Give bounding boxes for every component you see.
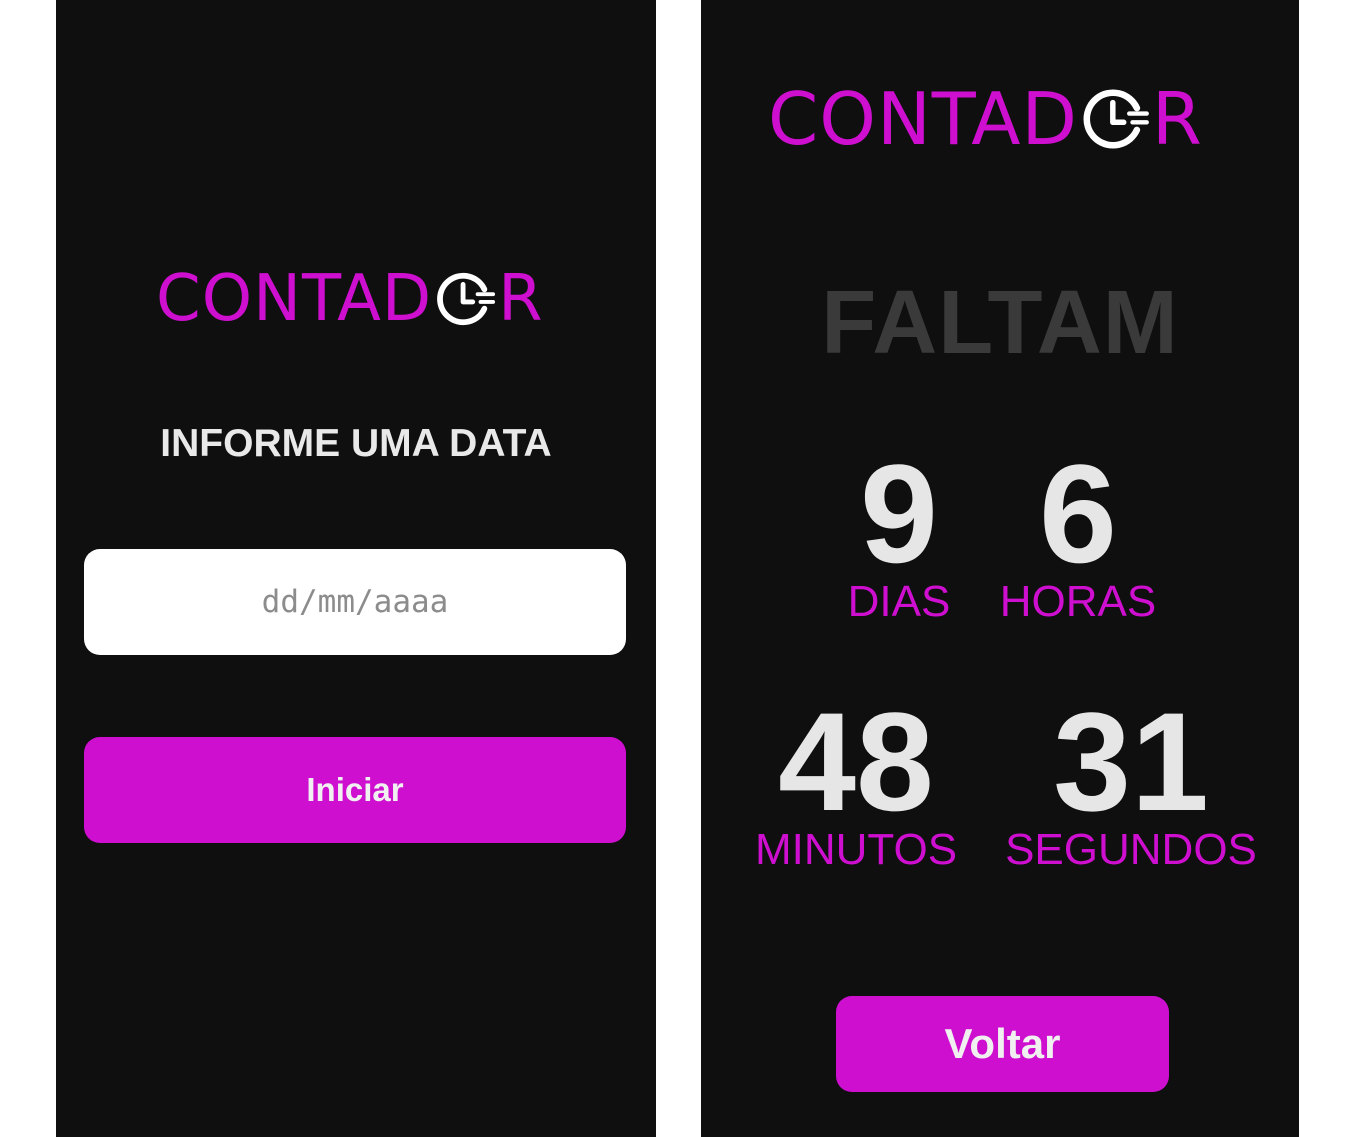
seconds-value: 31: [1053, 683, 1209, 840]
countdown-hours: 6 HORAS: [993, 444, 1163, 626]
hours-value: 6: [1039, 435, 1117, 592]
logo-text-end: R: [498, 262, 544, 336]
countdown-days: 9 DIAS: [839, 444, 959, 626]
days-value: 9: [860, 435, 938, 592]
minutes-label: MINUTOS: [754, 825, 958, 874]
countdown-screen: CONTAD R FALTAM 9 DIAS 6 HORAS 48 MINUTO…: [701, 0, 1299, 1137]
countdown-heading: FALTAM: [821, 273, 1179, 373]
clock-icon: [437, 272, 496, 326]
date-entry-screen: CONTAD R INFORME UMA DATA Iniciar: [56, 0, 656, 1137]
seconds-label: SEGUNDOS: [1005, 825, 1257, 874]
countdown-seconds: 31 SEGUNDOS: [1001, 692, 1261, 874]
app-logo: CONTAD R: [156, 262, 544, 336]
logo-text-end: R: [1151, 77, 1203, 161]
countdown-minutes: 48 MINUTOS: [741, 692, 971, 874]
hours-label: HORAS: [999, 577, 1157, 626]
logo-text-start: CONTAD: [156, 262, 433, 336]
clock-icon: [1083, 89, 1149, 149]
back-button[interactable]: Voltar: [836, 996, 1169, 1092]
logo-text-start: CONTAD: [768, 77, 1078, 161]
start-button[interactable]: Iniciar: [84, 737, 626, 843]
days-label: DIAS: [847, 577, 951, 626]
date-input[interactable]: [84, 549, 626, 655]
form-title: INFORME UMA DATA: [160, 422, 552, 465]
app-logo: CONTAD R: [768, 77, 1203, 161]
minutes-value: 48: [778, 683, 934, 840]
